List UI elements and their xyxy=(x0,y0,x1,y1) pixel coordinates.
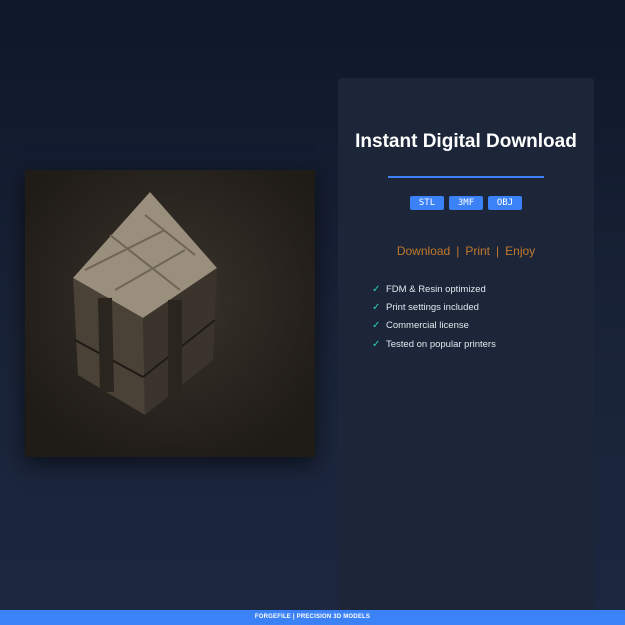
format-badge-obj: OBJ xyxy=(488,196,522,210)
tagline: Download | Print | Enjoy xyxy=(338,244,594,258)
check-icon: ✓ xyxy=(372,283,381,295)
feature-list: ✓ FDM & Resin optimized ✓ Print settings i… xyxy=(372,280,496,353)
feature-item: ✓ Tested on popular printers xyxy=(372,335,496,353)
feature-item: ✓ FDM & Resin optimized xyxy=(372,280,496,298)
format-badge-3mf: 3MF xyxy=(449,196,483,210)
feature-item: ✓ Print settings included xyxy=(372,298,496,316)
cube-illustration xyxy=(25,170,315,457)
info-panel: Instant Digital Download STL 3MF OBJ Dow… xyxy=(338,78,594,610)
check-icon: ✓ xyxy=(372,320,381,332)
panel-title: Instant Digital Download xyxy=(355,131,577,152)
format-badges: STL 3MF OBJ xyxy=(338,196,594,210)
tagline-enjoy: Enjoy xyxy=(505,244,536,258)
footer-bar: FORGEFILE | PRECISION 3D MODELS xyxy=(0,610,625,625)
tagline-separator: | xyxy=(456,244,460,258)
feature-label: Commercial license xyxy=(386,320,469,332)
check-icon: ✓ xyxy=(372,338,381,350)
feature-label: Tested on popular printers xyxy=(386,338,496,350)
feature-label: Print settings included xyxy=(386,301,479,313)
product-image xyxy=(25,170,315,457)
tagline-separator: | xyxy=(496,244,500,258)
feature-label: FDM & Resin optimized xyxy=(386,283,486,295)
feature-item: ✓ Commercial license xyxy=(372,317,496,335)
format-badge-stl: STL xyxy=(410,196,444,210)
tagline-print: Print xyxy=(465,244,491,258)
check-icon: ✓ xyxy=(372,301,381,313)
title-divider xyxy=(388,176,544,178)
tagline-download: Download xyxy=(396,244,451,258)
